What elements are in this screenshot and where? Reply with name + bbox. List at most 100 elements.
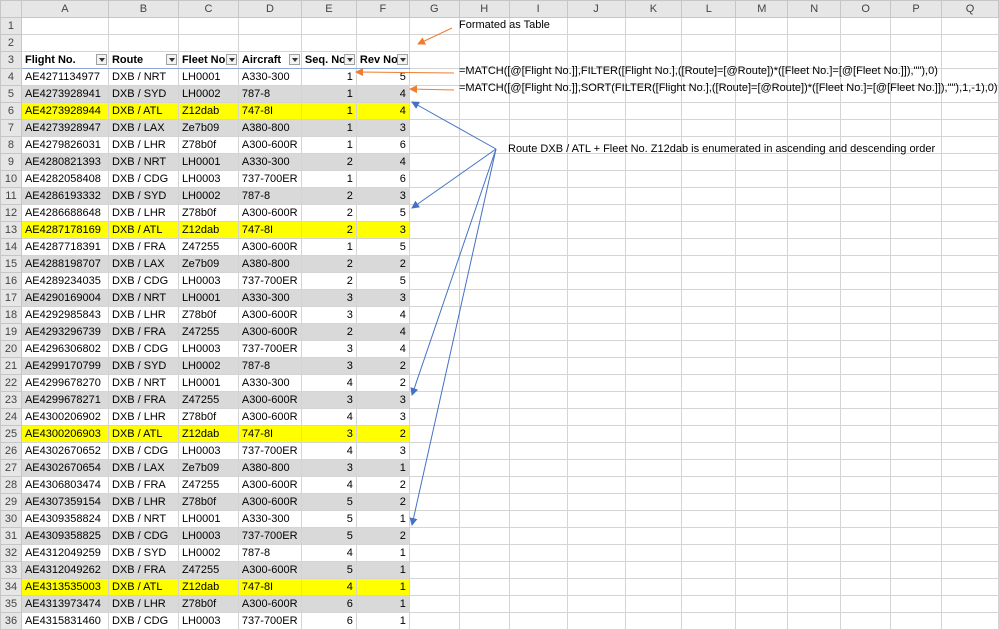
table-cell[interactable]: Z12dab (177, 425, 239, 443)
cell[interactable] (566, 34, 626, 52)
cell[interactable] (681, 425, 737, 443)
cell[interactable] (508, 408, 568, 426)
cell[interactable] (508, 170, 568, 188)
cell[interactable] (840, 578, 892, 596)
table-cell[interactable]: AE4286688648 (20, 204, 109, 222)
cell[interactable] (940, 493, 999, 511)
table-cell[interactable]: A300-600R (237, 408, 302, 426)
cell[interactable] (458, 102, 510, 120)
cell[interactable] (787, 221, 842, 239)
cell[interactable] (787, 510, 842, 528)
table-cell[interactable]: AE4273928944 (20, 102, 109, 120)
cell[interactable] (840, 17, 892, 35)
row-header[interactable]: 34 (0, 578, 22, 596)
table-cell[interactable]: AE4307359154 (20, 493, 109, 511)
table-cell[interactable]: 2 (355, 493, 410, 511)
column-header-o[interactable]: O (840, 0, 892, 18)
cell[interactable] (890, 306, 942, 324)
cell[interactable] (940, 578, 999, 596)
cell[interactable] (624, 102, 683, 120)
row-header[interactable]: 17 (0, 289, 22, 307)
cell[interactable] (408, 425, 460, 443)
cell[interactable] (787, 442, 842, 460)
cell[interactable] (508, 34, 568, 52)
cell[interactable] (624, 493, 683, 511)
table-cell[interactable]: 6 (355, 170, 410, 188)
cell[interactable] (735, 578, 789, 596)
row-header[interactable]: 7 (0, 119, 22, 137)
cell[interactable] (840, 204, 892, 222)
table-cell[interactable]: AE4273928941 (20, 85, 109, 103)
cell[interactable] (840, 34, 892, 52)
cell[interactable] (458, 527, 510, 545)
cell[interactable] (940, 306, 999, 324)
cell[interactable] (458, 595, 510, 613)
cell[interactable] (840, 493, 892, 511)
cell[interactable] (508, 357, 568, 375)
table-cell[interactable]: LH0002 (177, 85, 239, 103)
table-cell[interactable]: 6 (300, 595, 357, 613)
table-cell[interactable]: 747-8I (237, 102, 302, 120)
filter-dropdown-icon[interactable] (396, 54, 408, 65)
table-cell[interactable]: 4 (300, 578, 357, 596)
cell[interactable] (681, 323, 737, 341)
cell[interactable] (566, 442, 626, 460)
cell[interactable] (508, 459, 568, 477)
cell[interactable] (458, 578, 510, 596)
table-cell[interactable]: Ze7b09 (177, 119, 239, 137)
cell[interactable] (735, 442, 789, 460)
table-cell[interactable]: LH0002 (177, 187, 239, 205)
cell[interactable] (735, 459, 789, 477)
cell[interactable] (890, 476, 942, 494)
cell[interactable] (787, 544, 842, 562)
cell[interactable] (787, 238, 842, 256)
cell[interactable] (735, 119, 789, 137)
cell[interactable] (681, 255, 737, 273)
cell[interactable] (566, 612, 626, 630)
cell[interactable] (890, 153, 942, 171)
cell[interactable] (566, 153, 626, 171)
table-cell[interactable]: Z12dab (177, 102, 239, 120)
cell[interactable] (840, 170, 892, 188)
cell[interactable] (735, 170, 789, 188)
table-cell[interactable]: 4 (355, 306, 410, 324)
cell[interactable] (787, 578, 842, 596)
table-cell[interactable]: 6 (300, 612, 357, 630)
row-header[interactable]: 29 (0, 493, 22, 511)
cell[interactable] (566, 459, 626, 477)
row-header[interactable]: 3 (0, 51, 22, 69)
table-cell[interactable]: 2 (300, 323, 357, 341)
cell[interactable] (787, 255, 842, 273)
table-cell[interactable]: A330-300 (237, 153, 302, 171)
filter-dropdown-icon[interactable] (343, 54, 355, 65)
cell[interactable] (681, 238, 737, 256)
table-cell[interactable]: 5 (300, 527, 357, 545)
cell[interactable] (408, 442, 460, 460)
cell[interactable] (890, 170, 942, 188)
cell[interactable] (681, 272, 737, 290)
cell[interactable] (624, 17, 683, 35)
cell[interactable] (890, 527, 942, 545)
table-cell[interactable]: DXB / ATL (107, 102, 179, 120)
cell[interactable] (566, 374, 626, 392)
cell[interactable] (890, 612, 942, 630)
row-header[interactable]: 4 (0, 68, 22, 86)
row-header[interactable]: 15 (0, 255, 22, 273)
table-cell[interactable]: 4 (355, 85, 410, 103)
cell[interactable] (408, 170, 460, 188)
cell[interactable] (940, 459, 999, 477)
cell[interactable] (566, 170, 626, 188)
cell[interactable] (624, 374, 683, 392)
cell[interactable] (890, 544, 942, 562)
row-header[interactable]: 11 (0, 187, 22, 205)
cell[interactable] (940, 476, 999, 494)
row-header[interactable]: 28 (0, 476, 22, 494)
table-cell[interactable]: AE4309358825 (20, 527, 109, 545)
cell[interactable] (508, 374, 568, 392)
cell[interactable] (735, 255, 789, 273)
table-cell[interactable]: DXB / NRT (107, 68, 179, 86)
table-cell[interactable]: DXB / SYD (107, 357, 179, 375)
cell[interactable] (566, 595, 626, 613)
table-cell[interactable]: AE4312049259 (20, 544, 109, 562)
table-cell[interactable]: A330-300 (237, 68, 302, 86)
